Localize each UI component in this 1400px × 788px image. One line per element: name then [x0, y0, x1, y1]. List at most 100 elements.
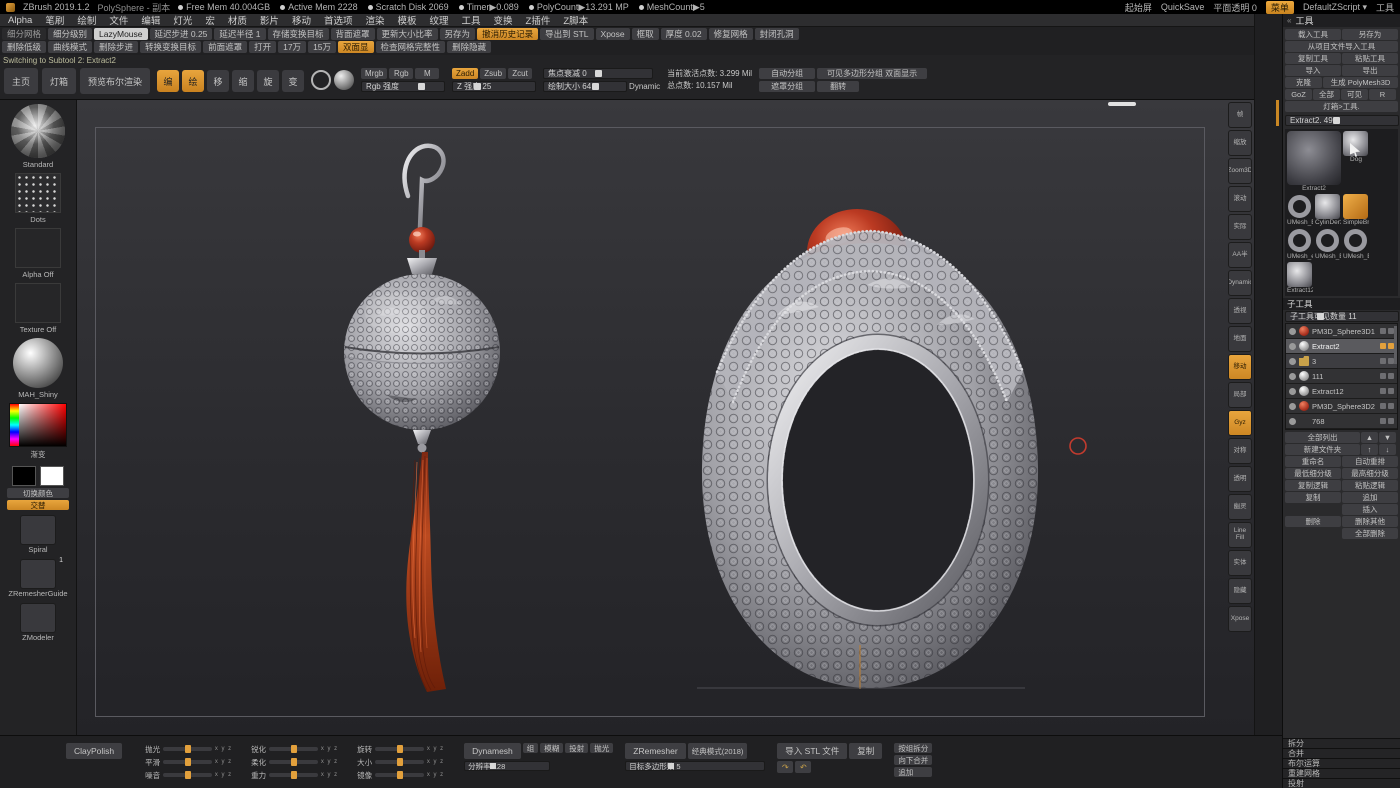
polygroup-button[interactable]: 遮罩分组	[759, 81, 815, 92]
polygroup-button[interactable]: 翻转	[817, 81, 859, 92]
subtool-action-button[interactable]: ▼	[1379, 432, 1396, 443]
paint-icon[interactable]	[1380, 388, 1386, 394]
shelf-button[interactable]: 修复网格	[709, 28, 753, 40]
focal-shift-slider[interactable]: 焦点衰减 0	[543, 68, 653, 79]
subtool-row[interactable]: PM3D_Sphere3D2	[1286, 399, 1397, 414]
deformation-slider[interactable]: 抛光 x y z	[134, 743, 232, 755]
axis-toggle-labels[interactable]: x y z	[321, 759, 338, 765]
paint-icon[interactable]	[1380, 373, 1386, 379]
titlebar-button[interactable]: 平面透明 0	[1213, 1, 1257, 14]
tool-panel-button[interactable]: 载入工具	[1285, 29, 1341, 40]
shelf-button[interactable]: 导出到 STL	[540, 28, 593, 40]
subpalette-header[interactable]: 拆分	[1283, 738, 1400, 748]
shelf-button[interactable]: 细分级别	[48, 28, 92, 40]
shelf-button[interactable]: 曲线模式	[48, 41, 92, 53]
subtool-action-button[interactable]: 最高细分级	[1342, 468, 1398, 479]
slider-track[interactable]	[375, 773, 424, 777]
slider-track[interactable]	[269, 747, 318, 751]
slider-handle[interactable]	[397, 771, 403, 779]
shelf-button[interactable]: 检查网格完整性	[376, 41, 446, 53]
shelf-button[interactable]: 延迟步进 0.25	[150, 28, 213, 40]
switch-color-button[interactable]: 切换颜色	[7, 488, 69, 498]
visibility-eye-icon[interactable]	[1289, 328, 1296, 335]
target-polycount-slider[interactable]: 目标多边形数 5	[625, 761, 765, 771]
deformation-slider[interactable]: 旋转 x y z	[346, 743, 444, 755]
brush-thumbnail[interactable]	[11, 104, 65, 158]
tool-panel-button[interactable]: 另存为	[1342, 29, 1398, 40]
viewport-tool-icon[interactable]: AA半	[1228, 242, 1252, 268]
dynamesh-button[interactable]: Dynamesh	[464, 743, 521, 759]
viewport-tool-icon[interactable]: 实际	[1228, 214, 1252, 240]
merge-button[interactable]: 向下合并	[894, 755, 932, 765]
subtool-action-button[interactable]: 删除其他	[1342, 516, 1398, 527]
viewport-tool-icon[interactable]: Xpose	[1228, 606, 1252, 632]
slider-handle[interactable]	[418, 83, 425, 90]
subtool-row[interactable]: 111	[1286, 369, 1397, 384]
tool-thumb[interactable]: SimpleBrush	[1343, 194, 1369, 226]
visibility-eye-icon[interactable]	[1289, 388, 1296, 395]
slider-track[interactable]	[269, 773, 318, 777]
dynamesh-resolution-slider[interactable]: 分辨率 128	[464, 761, 550, 771]
slider-handle[interactable]	[291, 771, 297, 779]
tool-thumb[interactable]: UMesh_Extract5	[1343, 228, 1369, 260]
visibility-eye-icon[interactable]	[1289, 343, 1296, 350]
canvas-mini-scrollbar[interactable]	[1108, 102, 1136, 106]
slider-handle[interactable]	[592, 83, 599, 90]
titlebar-button[interactable]: QuickSave	[1161, 2, 1205, 12]
titlebar-button[interactable]: DefaultZScript ▾	[1303, 2, 1367, 13]
viewport-tool-icon[interactable]: Dynamic	[1228, 270, 1252, 296]
sculpt-icon[interactable]	[1388, 388, 1394, 394]
quick-brush-icon[interactable]	[20, 515, 56, 545]
viewport-canvas[interactable]	[77, 100, 1254, 735]
tool-panel-button[interactable]: 生成 PolyMesh3D	[1323, 77, 1398, 88]
slider-track[interactable]	[163, 760, 212, 764]
viewport-tool-icon[interactable]: 透视	[1228, 298, 1252, 324]
subtool-header[interactable]: 子工具	[1283, 298, 1400, 310]
axis-toggle-labels[interactable]: x y z	[427, 772, 444, 778]
subtool-row[interactable]: Extract2	[1286, 339, 1397, 354]
subpalette-header[interactable]: 投射	[1283, 778, 1400, 788]
slider-handle[interactable]	[595, 70, 602, 77]
panel-scrollbar[interactable]	[1276, 100, 1279, 126]
edit-mode-icon[interactable]: 旋	[257, 70, 279, 92]
menu-item[interactable]: 灯光	[173, 13, 192, 27]
slider-handle[interactable]	[397, 745, 403, 753]
edit-mode-icon[interactable]: 缩	[232, 70, 254, 92]
axis-toggle-labels[interactable]: x y z	[215, 746, 232, 752]
subtool-action-button[interactable]: 最低细分级	[1285, 468, 1341, 479]
tool-panel-button[interactable]: 全部	[1313, 89, 1340, 100]
tool-panel-button[interactable]: 导入	[1285, 65, 1341, 76]
edit-mode-icon[interactable]: 移	[207, 70, 229, 92]
viewport-tool-icon[interactable]: Line Fill	[1228, 522, 1252, 548]
subtool-action-button[interactable]: ↓	[1379, 444, 1396, 455]
slider-handle[interactable]	[291, 745, 297, 753]
viewport-tool-icon[interactable]: 滚动	[1228, 186, 1252, 212]
polygroup-button[interactable]: 可见多边形分组 双面显示	[817, 68, 927, 79]
paint-icon[interactable]	[1380, 358, 1386, 364]
draw-size-slider[interactable]: 绘制大小 64	[543, 81, 627, 92]
shelf-button[interactable]: 延迟半径 1	[214, 28, 265, 40]
axis-toggle-labels[interactable]: x y z	[215, 759, 232, 765]
shelf-button[interactable]: 厚度 0.02	[661, 28, 707, 40]
menu-item[interactable]: 模板	[397, 13, 416, 27]
sculpt-mode-button[interactable]: Zadd	[452, 68, 478, 79]
paint-icon[interactable]	[1380, 403, 1386, 409]
tool-panel-button[interactable]: 灯箱>工具.	[1285, 101, 1398, 112]
menu-item[interactable]: 编辑	[141, 13, 160, 27]
tool-thumb[interactable]: Dog	[1343, 131, 1369, 192]
menu-item[interactable]: 渲染	[365, 13, 384, 27]
slider-track[interactable]	[269, 760, 318, 764]
shelf-button[interactable]: Xpose	[596, 28, 630, 40]
edit-mode-icon[interactable]: 编	[157, 70, 179, 92]
viewport-tool-icon[interactable]: Gyz	[1228, 410, 1252, 436]
menu-item[interactable]: 笔刷	[45, 13, 64, 27]
subtool-action-button[interactable]: 全部删除	[1342, 528, 1398, 539]
texture-thumbnail[interactable]	[15, 283, 61, 323]
titlebar-button[interactable]: 工具	[1376, 1, 1394, 14]
sculpt-icon[interactable]	[1388, 403, 1394, 409]
subtool-action-button[interactable]: 新建文件夹	[1285, 444, 1360, 455]
sculpt-icon[interactable]	[1388, 373, 1394, 379]
viewport-tool-icon[interactable]: 实体	[1228, 550, 1252, 576]
subpalette-header[interactable]: 重建网格	[1283, 768, 1400, 778]
deformation-slider[interactable]: 柔化 x y z	[240, 756, 338, 768]
